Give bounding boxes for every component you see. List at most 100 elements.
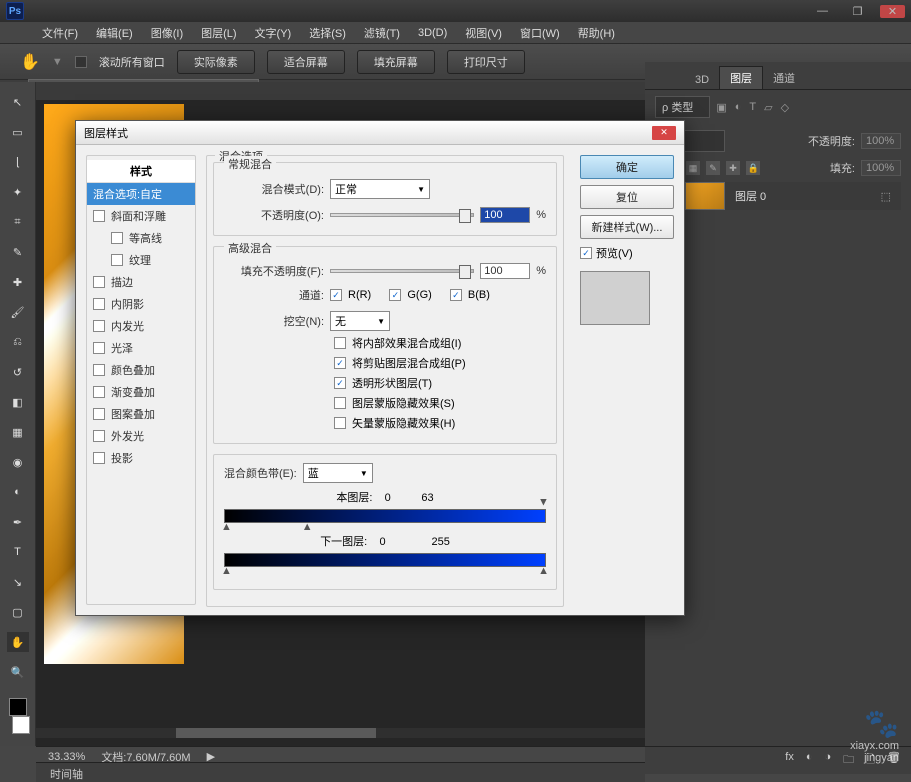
style-bevel[interactable]: 斜面和浮雕 (87, 205, 195, 227)
actual-pixels-button[interactable]: 实际像素 (177, 50, 255, 74)
zoom-level[interactable]: 33.33% (48, 751, 85, 763)
menu-help[interactable]: 帮助(H) (578, 25, 615, 41)
style-dropshadow[interactable]: 投影 (87, 447, 195, 469)
path-tool[interactable]: ↘ (7, 572, 29, 592)
blur-tool[interactable]: ◉ (7, 452, 29, 472)
menu-filter[interactable]: 滤镜(T) (364, 25, 400, 41)
adjust-icon[interactable]: ◑ (825, 751, 832, 770)
lock-trans-icon[interactable]: ▦ (686, 161, 700, 175)
style-gradient-overlay[interactable]: 渐变叠加 (87, 381, 195, 403)
filter-shape-icon[interactable]: ▱ (764, 101, 772, 114)
adv-check-3[interactable] (334, 397, 346, 409)
filter-img-icon[interactable]: ▣ (716, 101, 726, 114)
blend-options-item[interactable]: 混合选项:自定 (87, 183, 195, 205)
blend-if-dropdown[interactable]: 蓝 (303, 463, 373, 483)
type-tool[interactable]: T (7, 542, 29, 562)
tab-timeline[interactable]: 时间轴 (50, 769, 83, 781)
filter-adjust-icon[interactable]: ◐ (735, 101, 742, 114)
scroll-all-checkbox[interactable] (75, 56, 87, 68)
lasso-tool[interactable]: ɭ (7, 152, 29, 172)
opacity-slider[interactable] (330, 213, 474, 217)
blend-mode-dropdown[interactable]: 正常 (330, 179, 430, 199)
menu-edit[interactable]: 编辑(E) (96, 25, 133, 41)
style-innerglow[interactable]: 内发光 (87, 315, 195, 337)
layer-lock-icon[interactable]: ⬚ (871, 190, 901, 203)
under-layer-range[interactable] (224, 553, 546, 567)
menu-view[interactable]: 视图(V) (465, 25, 502, 41)
fit-screen-button[interactable]: 适合屏幕 (267, 50, 345, 74)
adv-check-0[interactable] (334, 337, 346, 349)
filter-type-icon[interactable]: T (749, 101, 756, 114)
crop-tool[interactable]: ⌗ (7, 212, 29, 232)
maximize-button[interactable]: ❐ (845, 5, 870, 18)
eyedrop-tool[interactable]: ✎ (7, 242, 29, 262)
layer-kind-filter[interactable]: ρ 类型 (655, 96, 710, 118)
tab-3d[interactable]: 3D (685, 71, 719, 89)
this-layer-range[interactable] (224, 509, 546, 523)
menu-layer[interactable]: 图层(L) (201, 25, 236, 41)
style-pattern-overlay[interactable]: 图案叠加 (87, 403, 195, 425)
tab-layers[interactable]: 图层 (719, 66, 763, 89)
lock-pos-icon[interactable]: ✚ (726, 161, 740, 175)
print-size-button[interactable]: 打印尺寸 (447, 50, 525, 74)
menu-window[interactable]: 窗口(W) (520, 25, 560, 41)
ok-button[interactable]: 确定 (580, 155, 674, 179)
preview-checkbox[interactable] (580, 247, 592, 259)
bg-color[interactable] (12, 716, 30, 734)
fill-field[interactable]: 100% (861, 160, 901, 176)
menu-file[interactable]: 文件(F) (42, 25, 78, 41)
eraser-tool[interactable]: ◧ (7, 392, 29, 412)
adv-check-4[interactable] (334, 417, 346, 429)
healing-tool[interactable]: ✚ (7, 272, 29, 292)
cancel-button[interactable]: 复位 (580, 185, 674, 209)
fg-color[interactable] (9, 698, 27, 716)
knockout-dropdown[interactable]: 无 (330, 311, 390, 331)
style-stroke[interactable]: 描边 (87, 271, 195, 293)
adv-check-1[interactable] (334, 357, 346, 369)
styles-header[interactable]: 样式 (87, 160, 195, 183)
close-button[interactable]: ✕ (880, 5, 905, 18)
layer-thumb[interactable] (685, 182, 725, 210)
menu-3d[interactable]: 3D(D) (418, 27, 447, 39)
menu-type[interactable]: 文字(Y) (255, 25, 292, 41)
filter-smart-icon[interactable]: ◇ (781, 101, 789, 114)
shape-tool[interactable]: ▢ (7, 602, 29, 622)
minimize-button[interactable]: — (810, 5, 835, 18)
fx-icon[interactable]: fx (785, 751, 794, 770)
hand-tool[interactable]: ✋ (7, 632, 29, 652)
opacity-field[interactable]: 100% (861, 133, 901, 149)
opacity-input[interactable]: 100 (480, 207, 530, 223)
style-contour[interactable]: 等高线 (87, 227, 195, 249)
adv-check-2[interactable] (334, 377, 346, 389)
marquee-tool[interactable]: ▭ (7, 122, 29, 142)
style-outerglow[interactable]: 外发光 (87, 425, 195, 447)
pen-tool[interactable]: ✒ (7, 512, 29, 532)
new-style-button[interactable]: 新建样式(W)... (580, 215, 674, 239)
style-innershadow[interactable]: 内阴影 (87, 293, 195, 315)
zoom-tool[interactable]: 🔍 (7, 662, 29, 682)
channel-r-checkbox[interactable] (330, 289, 342, 301)
dialog-close-button[interactable]: ✕ (652, 126, 676, 140)
menu-select[interactable]: 选择(S) (309, 25, 346, 41)
brush-tool[interactable]: 🖌 (7, 302, 29, 322)
menu-image[interactable]: 图像(I) (151, 25, 183, 41)
style-texture[interactable]: 纹理 (87, 249, 195, 271)
mask-icon[interactable]: ◐ (806, 751, 813, 770)
channel-b-checkbox[interactable] (450, 289, 462, 301)
channel-g-checkbox[interactable] (389, 289, 401, 301)
tab-channels[interactable]: 通道 (763, 67, 805, 89)
wand-tool[interactable]: ✦ (7, 182, 29, 202)
h-scrollbar[interactable] (36, 728, 645, 738)
history-brush[interactable]: ↺ (7, 362, 29, 382)
fill-opacity-input[interactable]: 100 (480, 263, 530, 279)
gradient-tool[interactable]: ▦ (7, 422, 29, 442)
lock-pix-icon[interactable]: ✎ (706, 161, 720, 175)
move-tool[interactable]: ↖ (7, 92, 29, 112)
style-color-overlay[interactable]: 颜色叠加 (87, 359, 195, 381)
dodge-tool[interactable]: ◐ (7, 482, 29, 502)
lock-all-icon[interactable]: 🔒 (746, 161, 760, 175)
style-satin[interactable]: 光泽 (87, 337, 195, 359)
stamp-tool[interactable]: ⎌ (7, 332, 29, 352)
fill-opacity-slider[interactable] (330, 269, 474, 273)
fill-screen-button[interactable]: 填充屏幕 (357, 50, 435, 74)
